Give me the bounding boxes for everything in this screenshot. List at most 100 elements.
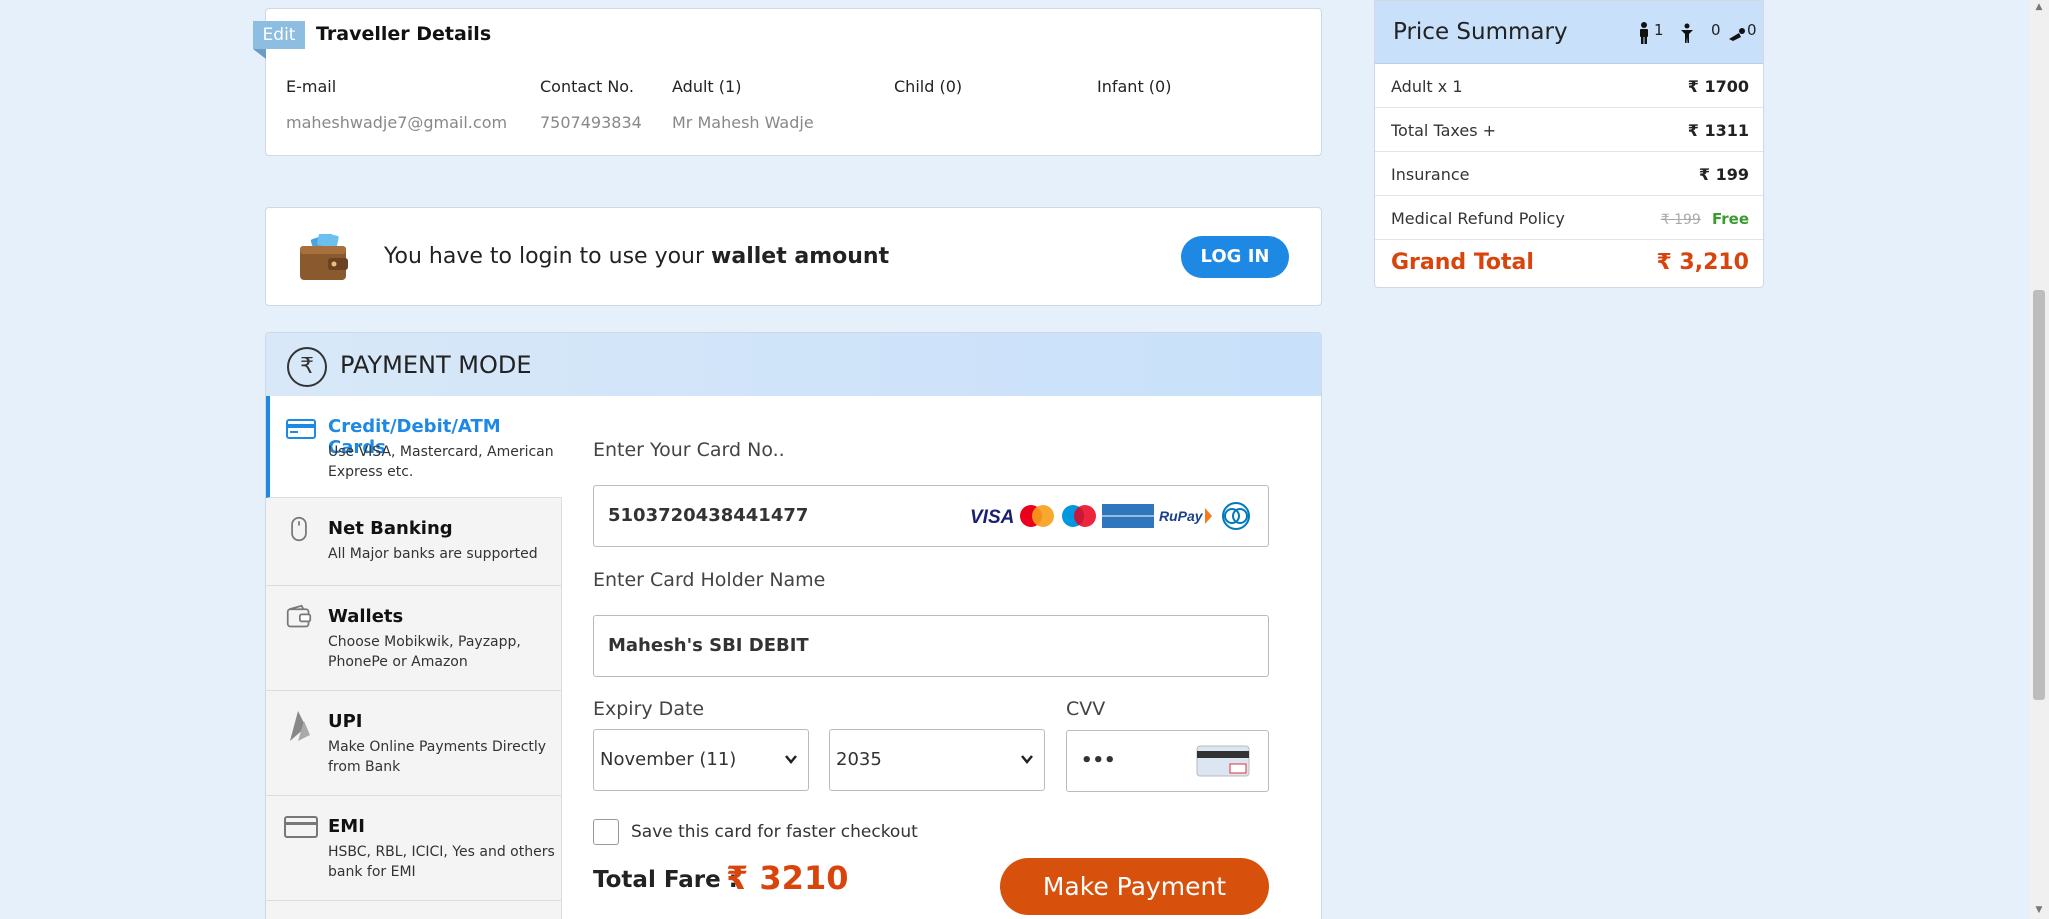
payment-mode-header: ₹ PAYMENT MODE xyxy=(266,333,1321,396)
infant-icon xyxy=(1729,28,1745,41)
wallet-icon xyxy=(300,234,348,280)
adult-count: 1 xyxy=(1654,21,1664,39)
adult-column: Adult (1) Mr Mahesh Wadje xyxy=(672,77,814,132)
total-fare-amount: ₹ 3210 xyxy=(726,859,849,897)
total-fare-label: Total Fare : xyxy=(593,867,738,893)
mastercard-logo-icon xyxy=(1020,505,1054,527)
method-emi[interactable]: EMI HSBC, RBL, ICICI, Yes and others ban… xyxy=(266,796,562,901)
page-scrollbar[interactable]: ▲ ▼ xyxy=(2029,0,2049,919)
price-summary-header: Price Summary 1 0 0 xyxy=(1375,1,1763,64)
summary-insurance-label: Insurance xyxy=(1391,165,1470,184)
cvv-input[interactable]: ••• xyxy=(1066,730,1269,792)
rupay-logo-icon: RuPay xyxy=(1159,508,1212,524)
infant-column: Infant (0) xyxy=(1097,77,1171,96)
card-number-input[interactable]: 5103720438441477 VISA RuPay xyxy=(593,485,1269,547)
grand-total-value: ₹ 3,210 xyxy=(1656,250,1749,275)
expiry-date-label: Expiry Date xyxy=(593,698,705,720)
rupee-icon: ₹ xyxy=(287,347,327,387)
credit-card-icon xyxy=(286,419,316,439)
method-upi-title: UPI xyxy=(328,711,363,732)
summary-taxes-value: ₹ 1311 xyxy=(1687,121,1749,140)
summary-medical-label: Medical Refund Policy xyxy=(1391,209,1565,228)
method-upi[interactable]: UPI Make Online Payments Directly from B… xyxy=(266,691,562,796)
adult-value: Mr Mahesh Wadje xyxy=(672,113,814,132)
expiry-month-select[interactable]: November (11) xyxy=(593,729,809,791)
email-column: E-mail maheshwadje7@gmail.com xyxy=(286,77,507,132)
emi-card-icon xyxy=(284,816,318,838)
holder-name-label: Enter Card Holder Name xyxy=(593,569,826,591)
make-payment-button[interactable]: Make Payment xyxy=(1000,858,1269,915)
cvv-card-icon xyxy=(1196,745,1250,777)
child-count: 0 xyxy=(1711,21,1721,39)
summary-row-medical-refund: Medical Refund Policy ₹ 199 Free xyxy=(1375,196,1763,240)
method-wallets[interactable]: Wallets Choose Mobikwik, Payzapp, PhoneP… xyxy=(266,586,562,691)
wallet-outline-icon xyxy=(286,604,312,628)
summary-row-grand-total: Grand Total ₹ 3,210 xyxy=(1375,240,1763,284)
method-wallets-subtitle: Choose Mobikwik, Payzapp, PhonePe or Ama… xyxy=(328,634,521,670)
method-net-banking-title: Net Banking xyxy=(328,518,453,539)
method-upi-subtitle: Make Online Payments Directly from Bank xyxy=(328,739,547,775)
child-column: Child (0) xyxy=(894,77,962,96)
method-emi-title: EMI xyxy=(328,816,365,837)
traveller-details-card: Edit Traveller Details E-mail maheshwadj… xyxy=(253,8,1322,156)
child-icon xyxy=(1681,23,1693,43)
payment-mode-card: ₹ PAYMENT MODE Credit/Debit/ATM Cards Us… xyxy=(265,332,1322,919)
adult-label: Adult (1) xyxy=(672,77,742,96)
maestro-logo-icon xyxy=(1062,505,1096,527)
login-button[interactable]: LOG IN xyxy=(1181,236,1289,278)
contact-label: Contact No. xyxy=(540,77,634,96)
scrollbar-thumb[interactable] xyxy=(2033,290,2045,700)
expiry-year-select[interactable]: 2035 xyxy=(829,729,1045,791)
price-summary-card: Price Summary 1 0 0 Adult x 1 ₹ 1700 Tot… xyxy=(1374,0,1764,288)
method-wallets-title: Wallets xyxy=(328,606,404,627)
edit-button[interactable]: Edit xyxy=(253,21,305,59)
summary-row-adult: Adult x 1 ₹ 1700 xyxy=(1375,64,1763,108)
grand-total-label: Grand Total xyxy=(1391,250,1534,275)
method-emi-subtitle: HSBC, RBL, ICICI, Yes and others bank fo… xyxy=(328,844,555,880)
contact-column: Contact No. 7507493834 xyxy=(540,77,642,132)
summary-adult-label: Adult x 1 xyxy=(1391,77,1463,96)
summary-row-taxes[interactable]: Total Taxes + ₹ 1311 xyxy=(1375,108,1763,152)
summary-adult-value: ₹ 1700 xyxy=(1687,77,1749,96)
email-value: maheshwadje7@gmail.com xyxy=(286,113,508,132)
wallet-message-text: You have to login to use your xyxy=(384,244,712,269)
medical-free-label: Free xyxy=(1711,210,1749,228)
traveller-details-title: Traveller Details xyxy=(316,23,492,45)
summary-row-insurance: Insurance ₹ 199 xyxy=(1375,152,1763,196)
card-number-label: Enter Your Card No.. xyxy=(593,439,785,461)
method-net-banking-subtitle: All Major banks are supported xyxy=(328,546,538,562)
holder-name-value: Mahesh's SBI DEBIT xyxy=(608,635,809,656)
scroll-down-arrow-icon[interactable]: ▼ xyxy=(2033,905,2045,915)
wallet-amount-text: wallet amount xyxy=(711,244,890,269)
payment-method-list: Credit/Debit/ATM Cards Use VISA, Masterc… xyxy=(266,396,562,919)
chevron-down-icon xyxy=(1021,755,1033,764)
chevron-down-icon xyxy=(785,755,797,764)
upi-icon xyxy=(290,711,310,741)
expiry-month-value: November (11) xyxy=(600,749,737,770)
save-card-label: Save this card for faster checkout xyxy=(631,822,918,842)
wallet-login-message: You have to login to use your wallet amo… xyxy=(384,244,889,269)
child-label: Child (0) xyxy=(894,77,963,96)
medical-old-price: ₹ 199 xyxy=(1660,212,1701,228)
infant-label: Infant (0) xyxy=(1097,77,1172,96)
rupay-logo-text: RuPay xyxy=(1159,508,1204,524)
summary-medical-value: ₹ 199 Free xyxy=(1661,209,1749,228)
email-label: E-mail xyxy=(286,77,337,96)
amex-logo-icon xyxy=(1102,504,1154,528)
payment-mode-title: PAYMENT MODE xyxy=(340,351,532,379)
diners-logo-icon xyxy=(1222,502,1250,530)
summary-insurance-value: ₹ 199 xyxy=(1698,165,1749,184)
wallet-login-card: You have to login to use your wallet amo… xyxy=(265,207,1322,306)
holder-name-input[interactable]: Mahesh's SBI DEBIT xyxy=(593,615,1269,677)
method-net-banking[interactable]: Net Banking All Major banks are supporte… xyxy=(266,498,562,586)
card-number-value: 5103720438441477 xyxy=(608,505,809,526)
visa-logo-icon: VISA xyxy=(970,507,1014,528)
scroll-up-arrow-icon[interactable]: ▲ xyxy=(2033,2,2045,12)
infant-count: 0 xyxy=(1747,21,1757,39)
cvv-value: ••• xyxy=(1081,750,1116,771)
method-more[interactable] xyxy=(266,901,562,919)
expiry-year-value: 2035 xyxy=(836,749,882,770)
summary-taxes-label: Total Taxes + xyxy=(1391,121,1497,140)
method-cards[interactable]: Credit/Debit/ATM Cards Use VISA, Masterc… xyxy=(266,396,562,498)
save-card-checkbox[interactable] xyxy=(593,819,619,845)
